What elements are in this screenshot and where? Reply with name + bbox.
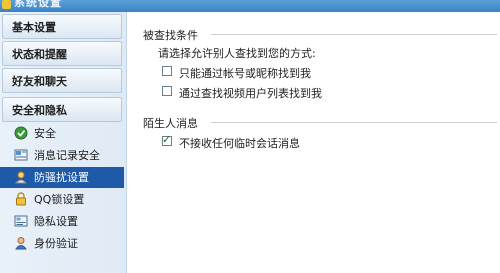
sidebar-item-anti-harassment[interactable]: 防骚扰设置	[0, 167, 124, 188]
sidebar-category-friends-chat[interactable]: 好友和聊天	[2, 68, 122, 93]
message-record-icon	[14, 149, 28, 161]
find-section-title: 被查找条件	[143, 29, 198, 42]
section-divider	[211, 122, 497, 123]
sidebar-item-label: 消息记录安全	[34, 149, 100, 162]
find-section-description: 请选择允许别人查找到您的方式:	[158, 47, 316, 60]
sidebar: 基本设置 状态和提醒 好友和聊天 安全和隐私 安全 消息记录安全 防骚扰设置 Q…	[0, 12, 127, 273]
option-find-by-video-list[interactable]: 通过查找视频用户列表找到我	[162, 85, 362, 100]
sidebar-item-label: 安全	[34, 127, 56, 140]
checkbox-checked[interactable]: ✓	[162, 133, 172, 146]
window-titlebar: 系统设置	[0, 0, 500, 12]
user-verify-icon	[15, 237, 27, 250]
stranger-section-title: 陌生人消息	[143, 117, 198, 130]
window-title: 系统设置	[14, 0, 62, 9]
option-reject-temp-sessions[interactable]: ✓ 不接收任何临时会话消息	[162, 133, 362, 150]
sidebar-item-security[interactable]: 安全	[0, 123, 124, 144]
settings-panel: 被查找条件 请选择允许别人查找到您的方式: 只能通过帐号或昵称找到我 通过查找视…	[127, 12, 500, 273]
sidebar-item-label: QQ锁设置	[34, 193, 85, 206]
sidebar-category-basic[interactable]: 基本设置	[2, 14, 122, 39]
lock-icon	[16, 192, 26, 206]
option-find-by-account[interactable]: 只能通过帐号或昵称找到我	[162, 65, 362, 80]
option-label: 只能通过帐号或昵称找到我	[179, 67, 311, 80]
checkbox[interactable]	[162, 86, 172, 96]
sidebar-item-label: 隐私设置	[34, 215, 78, 228]
section-divider	[211, 34, 497, 35]
sidebar-item-identity-verify[interactable]: 身份验证	[0, 233, 124, 254]
anti-harassment-icon	[14, 171, 28, 184]
sidebar-item-label: 身份验证	[34, 237, 78, 250]
checkbox[interactable]	[162, 66, 172, 76]
app-icon	[2, 0, 11, 9]
sidebar-category-security-privacy[interactable]: 安全和隐私	[2, 97, 122, 122]
shield-icon	[14, 126, 28, 140]
option-label: 通过查找视频用户列表找到我	[179, 87, 322, 100]
sidebar-item-qq-lock[interactable]: QQ锁设置	[0, 189, 124, 210]
privacy-icon	[14, 215, 28, 227]
sidebar-category-status[interactable]: 状态和提醒	[2, 41, 122, 66]
sidebar-item-privacy[interactable]: 隐私设置	[0, 211, 124, 232]
sidebar-item-label: 防骚扰设置	[34, 171, 89, 184]
checkmark-icon: ✓	[162, 133, 172, 146]
sidebar-item-message-record[interactable]: 消息记录安全	[0, 145, 124, 166]
option-label: 不接收任何临时会话消息	[179, 137, 300, 150]
